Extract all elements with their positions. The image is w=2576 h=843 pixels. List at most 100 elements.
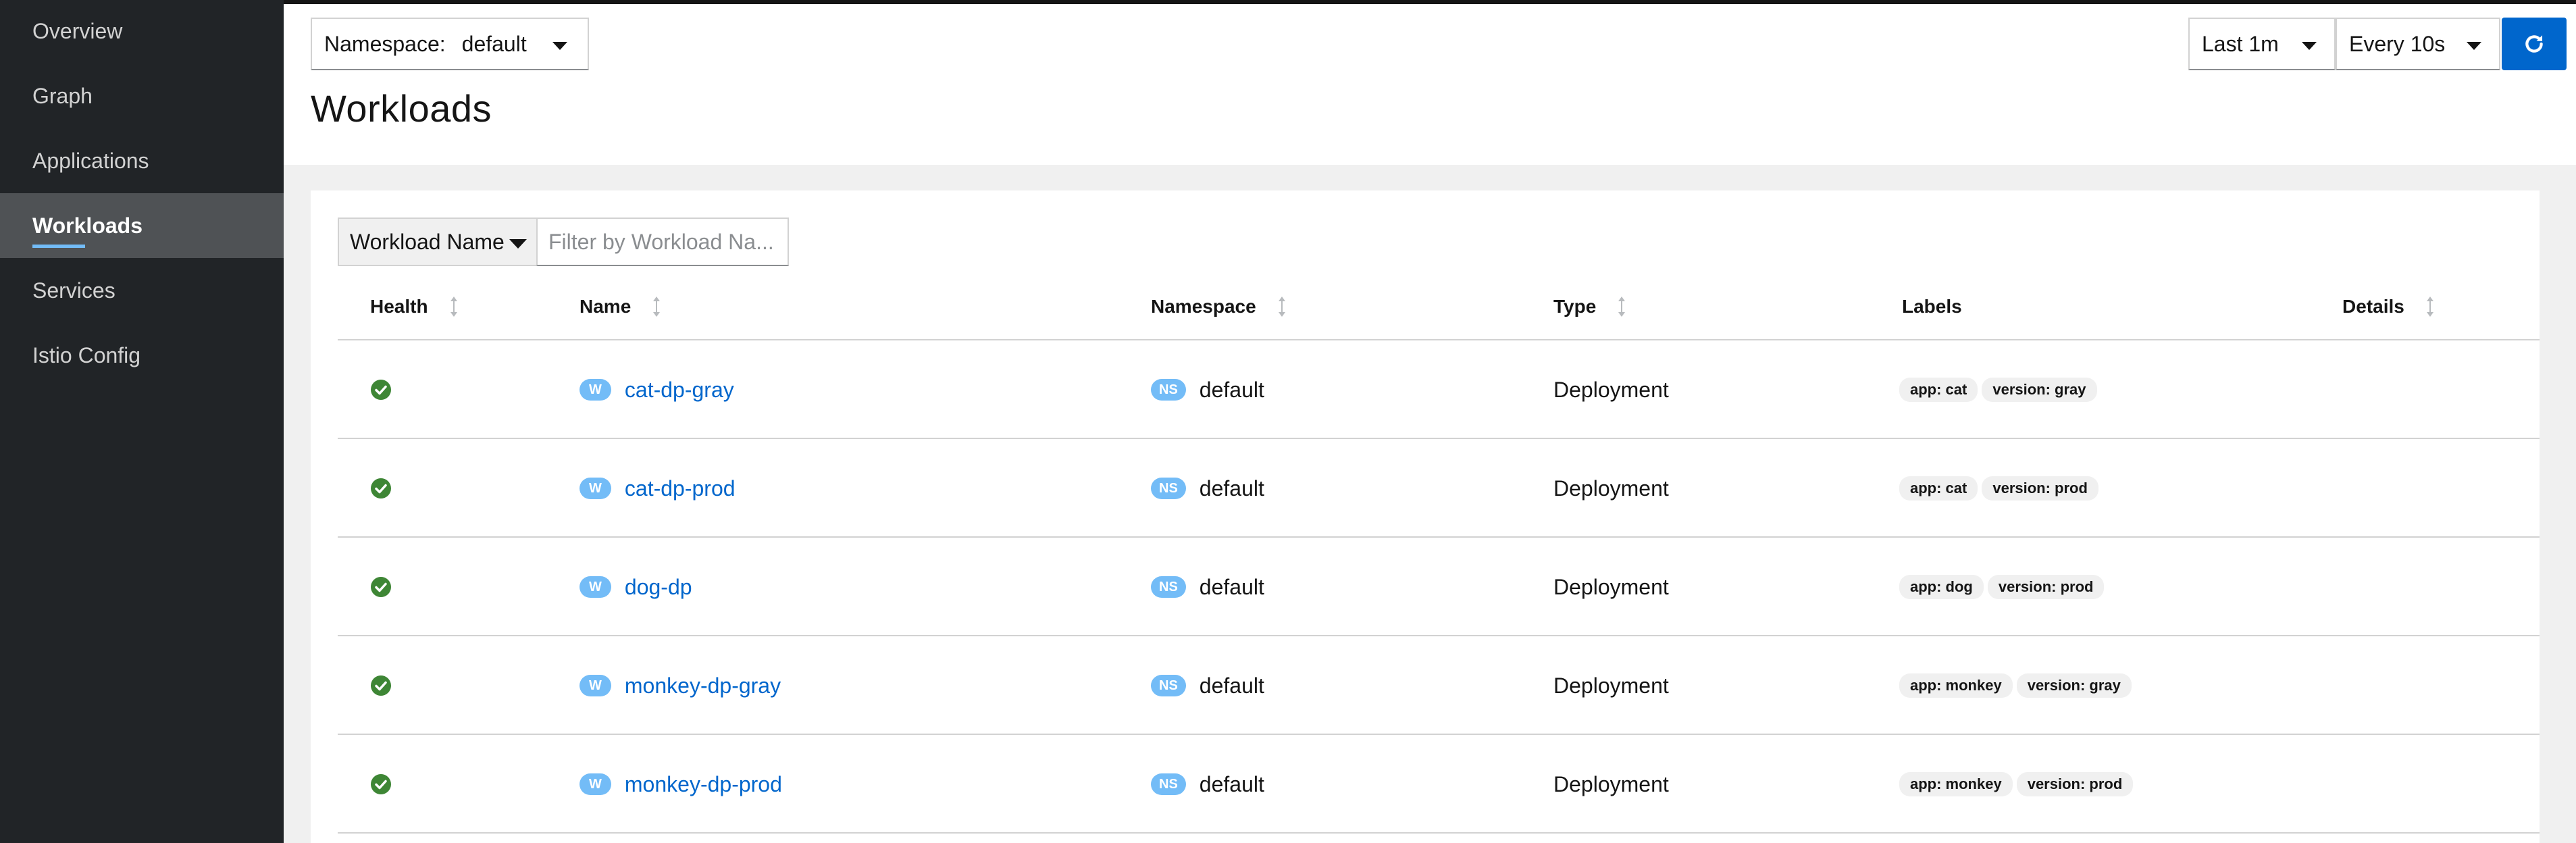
namespace-label: Namespace: — [324, 31, 446, 56]
name-cell: W cat-dp-gray — [579, 340, 734, 439]
namespace-cell: NS default — [1151, 735, 1264, 834]
time-range-select[interactable]: Last 1m — [2188, 18, 2336, 70]
label-pill: version: prod — [2016, 772, 2134, 796]
workload-badge: W — [579, 576, 611, 598]
workload-link[interactable]: cat-dp-prod — [625, 476, 736, 501]
column-header-label: Details — [2342, 296, 2404, 317]
labels-cell: app: cat version: gray — [1899, 340, 2101, 439]
sort-icon[interactable] — [1278, 297, 1286, 317]
labels-cell: app: monkey version: prod — [1899, 735, 2137, 834]
namespace-badge: NS — [1151, 478, 1186, 499]
label-pill: version: prod — [1987, 575, 2105, 599]
column-header-label: Namespace — [1151, 296, 1256, 317]
sidebar-item-label: Graph — [32, 83, 93, 108]
sidebar-item-services[interactable]: Services — [0, 258, 284, 323]
namespace-text: default — [1199, 574, 1264, 599]
namespace-cell: NS default — [1151, 636, 1264, 735]
sidebar-item-graph[interactable]: Graph — [0, 63, 284, 128]
column-header-labels: Labels — [1902, 290, 1962, 323]
sidebar-item-label: Services — [32, 278, 115, 303]
page-title: Workloads — [311, 87, 492, 130]
health-cell — [370, 538, 392, 636]
type-cell: Deployment — [1553, 735, 1669, 834]
table-row: W monkey-dp-prod NS default Deployment a… — [338, 735, 2540, 834]
type-cell: Deployment — [1553, 340, 1669, 439]
filter-type-select[interactable]: Workload Name — [338, 218, 538, 266]
label-pill: app: monkey — [1899, 772, 2013, 796]
refresh-button[interactable] — [2502, 18, 2567, 70]
name-cell: W monkey-dp-gray — [579, 636, 781, 735]
sidebar-item-istio-config[interactable]: Istio Config — [0, 323, 284, 388]
workload-link[interactable]: cat-dp-gray — [625, 378, 734, 403]
column-header-label: Type — [1553, 296, 1597, 317]
type-text: Deployment — [1553, 377, 1669, 402]
namespace-badge: NS — [1151, 773, 1186, 795]
label-pill: version: gray — [1982, 378, 2097, 402]
type-text: Deployment — [1553, 673, 1669, 698]
workloads-card: Workload Name Health Name Namespace Type… — [311, 190, 2540, 843]
health-cell — [370, 340, 392, 439]
type-cell: Deployment — [1553, 636, 1669, 735]
name-cell: W cat-dp-prod — [579, 439, 736, 538]
refresh-interval-value: Every 10s — [2349, 31, 2446, 56]
filter-type-value: Workload Name — [350, 229, 505, 254]
namespace-value: default — [461, 31, 527, 56]
column-header-details[interactable]: Details — [2342, 290, 2434, 323]
label-pill: version: prod — [1982, 476, 2098, 501]
namespace-cell: NS default — [1151, 340, 1264, 439]
sidebar-item-overview[interactable]: Overview — [0, 0, 284, 63]
column-header-label: Name — [579, 296, 632, 317]
column-header-type[interactable]: Type — [1553, 290, 1626, 323]
sidebar-item-label: Overview — [32, 18, 123, 43]
workload-badge: W — [579, 773, 611, 795]
sidebar-item-label: Workloads — [32, 213, 143, 238]
type-cell: Deployment — [1553, 538, 1669, 636]
label-pill: app: cat — [1899, 476, 1978, 501]
page-header: Namespace: default Workloads Last 1m Eve… — [284, 4, 2576, 165]
caret-down-icon — [2467, 42, 2481, 50]
health-cell — [370, 439, 392, 538]
labels-cell: app: dog version: prod — [1899, 538, 2108, 636]
sidebar-item-label: Istio Config — [32, 342, 141, 367]
active-indicator — [32, 245, 85, 248]
column-header-name[interactable]: Name — [579, 290, 661, 323]
namespace-cell: NS default — [1151, 439, 1264, 538]
labels-cell: app: monkey version: gray — [1899, 636, 2136, 735]
check-circle-icon — [371, 577, 391, 597]
label-pill: app: dog — [1899, 575, 1984, 599]
sidebar-item-label: Applications — [32, 148, 149, 173]
sort-icon[interactable] — [1618, 297, 1626, 317]
workload-badge: W — [579, 379, 611, 401]
namespace-text: default — [1199, 377, 1264, 402]
sidebar-item-workloads[interactable]: Workloads — [0, 193, 284, 258]
column-header-label: Labels — [1902, 296, 1962, 317]
caret-down-icon — [2302, 42, 2317, 50]
name-cell: W dog-dp — [579, 538, 692, 636]
workload-link[interactable]: monkey-dp-gray — [625, 673, 781, 698]
table-row: W monkey-dp-gray NS default Deployment a… — [338, 636, 2540, 735]
refresh-icon — [2525, 35, 2543, 53]
filter-input[interactable] — [536, 218, 789, 266]
type-cell: Deployment — [1553, 439, 1669, 538]
workload-link[interactable]: monkey-dp-prod — [625, 772, 782, 797]
label-pill: app: monkey — [1899, 673, 2013, 698]
sort-icon[interactable] — [652, 297, 661, 317]
column-header-namespace[interactable]: Namespace — [1151, 290, 1286, 323]
sort-icon[interactable] — [2426, 297, 2434, 317]
namespace-select[interactable]: Namespace: default — [311, 18, 589, 70]
type-text: Deployment — [1553, 771, 1669, 796]
sidebar-nav: Overview Graph Applications Workloads Se… — [0, 0, 284, 843]
workload-link[interactable]: dog-dp — [625, 575, 692, 600]
sort-icon[interactable] — [450, 297, 458, 317]
health-cell — [370, 636, 392, 735]
column-header-health[interactable]: Health — [370, 290, 458, 323]
refresh-interval-select[interactable]: Every 10s — [2336, 18, 2500, 70]
workload-badge: W — [579, 478, 611, 499]
check-circle-icon — [371, 774, 391, 794]
namespace-cell: NS default — [1151, 538, 1264, 636]
name-cell: W monkey-dp-prod — [579, 735, 782, 834]
time-range-value: Last 1m — [2202, 31, 2279, 56]
check-circle-icon — [371, 478, 391, 499]
labels-cell: app: cat version: prod — [1899, 439, 2103, 538]
sidebar-item-applications[interactable]: Applications — [0, 128, 284, 193]
